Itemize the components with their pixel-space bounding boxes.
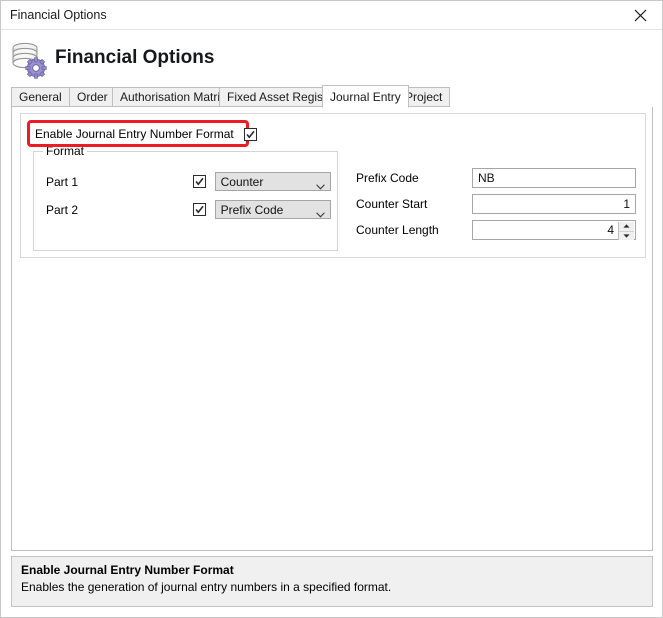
part-2-combobox[interactable]: Prefix Code: [214, 200, 331, 219]
part-2-checkbox[interactable]: [192, 203, 206, 216]
part-2-value: Prefix Code: [220, 202, 284, 217]
counter-start-value: 1: [623, 197, 630, 211]
tab-page-journal-entry: Enable Journal Entry Number Format Forma…: [11, 107, 653, 551]
counter-length-value: 4: [607, 223, 614, 237]
title-bar: Financial Options: [1, 1, 662, 30]
counter-start-input[interactable]: 1: [472, 194, 636, 214]
tab-authorisation-matrix[interactable]: Authorisation Matrix: [112, 87, 235, 107]
enable-journal-entry-number-format-row[interactable]: Enable Journal Entry Number Format: [35, 126, 257, 142]
journal-entry-settings-panel: Enable Journal Entry Number Format Forma…: [20, 113, 646, 258]
counter-start-label: Counter Start: [356, 197, 428, 211]
format-part-2-row: Part 2 Prefix Code: [46, 200, 331, 219]
counter-length-stepper[interactable]: [618, 222, 634, 240]
enable-journal-entry-number-format-label: Enable Journal Entry Number Format: [35, 127, 234, 141]
prefix-code-label: Prefix Code: [356, 171, 419, 185]
prefix-code-value: NB: [478, 171, 495, 185]
page-header: Financial Options: [1, 31, 662, 86]
chevron-down-icon: [316, 207, 325, 218]
tab-order[interactable]: Order: [69, 87, 116, 107]
prefix-code-row: Prefix Code NB: [356, 168, 636, 188]
stepper-down-icon[interactable]: [619, 231, 634, 240]
help-panel: Enable Journal Entry Number Format Enabl…: [11, 556, 653, 607]
counter-length-input[interactable]: 4: [472, 220, 636, 240]
tab-strip: General Order Authorisation Matrix Fixed…: [11, 85, 653, 108]
counter-length-label: Counter Length: [356, 223, 439, 237]
stepper-up-icon[interactable]: [619, 222, 634, 232]
format-group-box: Format Part 1 Counter Part 2 Prefix Code: [33, 144, 338, 251]
database-settings-icon: [9, 41, 51, 81]
prefix-code-input[interactable]: NB: [472, 168, 636, 188]
page-title: Financial Options: [55, 47, 215, 68]
counter-length-row: Counter Length 4: [356, 220, 636, 240]
help-title: Enable Journal Entry Number Format: [21, 563, 234, 577]
chevron-down-icon: [316, 179, 325, 190]
counter-start-row: Counter Start 1: [356, 194, 636, 214]
financial-options-window: Financial Options Financial Options Gene…: [0, 0, 663, 618]
enable-journal-entry-number-format-checkbox[interactable]: [243, 127, 257, 141]
close-icon[interactable]: [618, 1, 662, 29]
part-1-checkbox[interactable]: [192, 175, 206, 188]
help-description: Enables the generation of journal entry …: [21, 580, 392, 594]
tab-general[interactable]: General: [11, 87, 70, 107]
tab-journal-entry[interactable]: Journal Entry: [322, 85, 409, 108]
format-part-1-row: Part 1 Counter: [46, 172, 331, 191]
window-title: Financial Options: [10, 8, 107, 22]
part-1-combobox[interactable]: Counter: [214, 172, 331, 191]
part-1-value: Counter: [220, 174, 264, 189]
part-1-label: Part 1: [46, 174, 79, 189]
part-2-label: Part 2: [46, 202, 79, 217]
